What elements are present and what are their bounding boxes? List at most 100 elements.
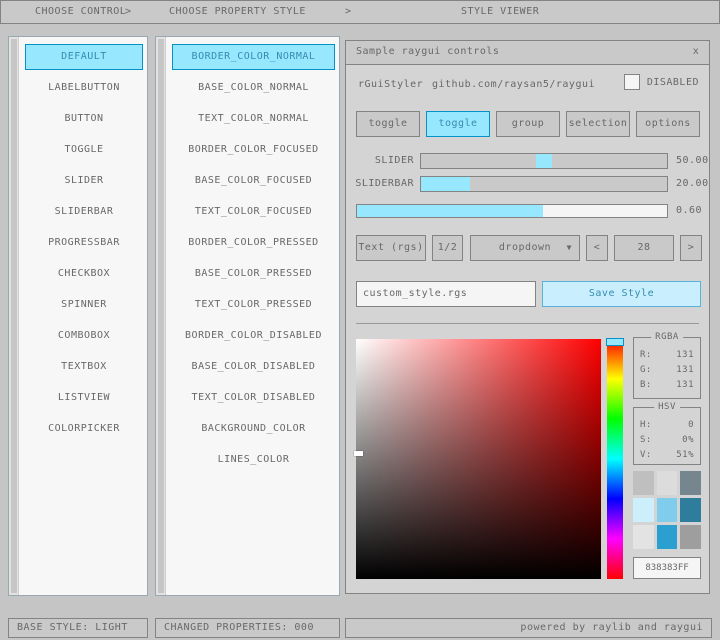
color-swatch[interactable] bbox=[657, 498, 678, 522]
scrollbar-thumb[interactable] bbox=[158, 39, 164, 593]
control-item-button[interactable]: BUTTON bbox=[25, 106, 143, 132]
property-item-text-color-disabled[interactable]: TEXT_COLOR_DISABLED bbox=[172, 385, 335, 411]
filename-input[interactable]: custom_style.rgs bbox=[356, 281, 536, 307]
control-item-spinner[interactable]: SPINNER bbox=[25, 292, 143, 318]
rgba-row-r: R: 131 bbox=[634, 348, 700, 363]
property-item-lines-color[interactable]: LINES_COLOR bbox=[172, 447, 335, 473]
control-item-toggle[interactable]: TOGGLE bbox=[25, 137, 143, 163]
toggle-button-1[interactable]: toggle bbox=[356, 111, 420, 137]
app-name-label: rGuiStyler bbox=[358, 77, 423, 93]
property-item-text-color-normal[interactable]: TEXT_COLOR_NORMAL bbox=[172, 106, 335, 132]
status-base-style: BASE STYLE: LIGHT bbox=[8, 618, 148, 638]
hue-bar[interactable] bbox=[607, 339, 623, 579]
half-button[interactable]: 1/2 bbox=[432, 235, 463, 261]
spinner-value-box[interactable]: 28 bbox=[614, 235, 674, 261]
property-item-border-color-disabled[interactable]: BORDER_COLOR_DISABLED bbox=[172, 323, 335, 349]
rgba-row-b: B: 131 bbox=[634, 378, 700, 393]
repo-link[interactable]: github.com/raysan5/raygui bbox=[432, 77, 595, 93]
control-item-slider[interactable]: SLIDER bbox=[25, 168, 143, 194]
color-swatch[interactable] bbox=[657, 525, 678, 549]
property-item-border-color-pressed[interactable]: BORDER_COLOR_PRESSED bbox=[172, 230, 335, 256]
color-swatch[interactable] bbox=[633, 498, 654, 522]
style-color-swatches bbox=[633, 471, 701, 549]
controls-list-panel: DEFAULT LABELBUTTON BUTTON TOGGLE SLIDER… bbox=[8, 36, 148, 596]
color-picker-marker[interactable] bbox=[354, 451, 363, 456]
v-label: V: bbox=[640, 448, 652, 463]
properties-scrollbar[interactable] bbox=[156, 37, 166, 595]
toggle-button-group[interactable]: group bbox=[496, 111, 560, 137]
color-swatch[interactable] bbox=[680, 498, 701, 522]
color-swatch[interactable] bbox=[680, 525, 701, 549]
slider[interactable] bbox=[420, 153, 668, 169]
control-item-sliderbar[interactable]: SLIDERBAR bbox=[25, 199, 143, 225]
s-label: S: bbox=[640, 433, 652, 448]
property-item-text-color-focused[interactable]: TEXT_COLOR_FOCUSED bbox=[172, 199, 335, 225]
property-item-base-color-normal[interactable]: BASE_COLOR_NORMAL bbox=[172, 75, 335, 101]
control-item-checkbox[interactable]: CHECKBOX bbox=[25, 261, 143, 287]
r-value: 131 bbox=[676, 348, 694, 363]
slider-handle[interactable] bbox=[536, 154, 552, 168]
disabled-checkbox-label: DISABLED bbox=[647, 77, 699, 88]
toggle-button-2-active[interactable]: toggle bbox=[426, 111, 490, 137]
hsv-panel: HSV H: 0 S: 0% V: 51% bbox=[633, 407, 701, 465]
color-swatch[interactable] bbox=[680, 471, 701, 495]
s-value: 0% bbox=[682, 433, 694, 448]
spinner-increment-button[interactable]: > bbox=[680, 235, 702, 261]
color-swatch[interactable] bbox=[633, 471, 654, 495]
slider-label: SLIDER bbox=[346, 153, 414, 169]
toggle-button-options[interactable]: options bbox=[636, 111, 700, 137]
control-item-textbox[interactable]: TEXTBOX bbox=[25, 354, 143, 380]
control-item-labelbutton[interactable]: LABELBUTTON bbox=[25, 75, 143, 101]
rgba-panel: RGBA R: 131 G: 131 B: 131 bbox=[633, 337, 701, 399]
progressbar bbox=[356, 204, 668, 218]
dropdown-value: dropdown bbox=[499, 242, 551, 253]
toggle-button-selection[interactable]: selection bbox=[566, 111, 630, 137]
sliderbar-label: SLIDERBAR bbox=[346, 176, 414, 192]
breadcrumb-choose-property: CHOOSE PROPERTY STYLE bbox=[169, 1, 306, 23]
hsv-row-h: H: 0 bbox=[634, 418, 700, 433]
controls-scrollbar[interactable] bbox=[9, 37, 19, 595]
control-item-listview[interactable]: LISTVIEW bbox=[25, 385, 143, 411]
properties-list-panel: BORDER_COLOR_NORMAL BASE_COLOR_NORMAL TE… bbox=[155, 36, 340, 596]
hsv-title: HSV bbox=[654, 402, 680, 412]
color-saturation-value-picker[interactable] bbox=[356, 339, 601, 579]
sliderbar-fill bbox=[421, 177, 470, 191]
save-style-button[interactable]: Save Style bbox=[542, 281, 701, 307]
status-credits: powered by raylib and raygui bbox=[345, 618, 712, 638]
hue-handle[interactable] bbox=[606, 338, 624, 346]
property-item-background-color[interactable]: BACKGROUND_COLOR bbox=[172, 416, 335, 442]
property-item-base-color-disabled[interactable]: BASE_COLOR_DISABLED bbox=[172, 354, 335, 380]
slider-value: 50.00 bbox=[676, 153, 710, 169]
property-item-border-color-normal[interactable]: BORDER_COLOR_NORMAL bbox=[172, 44, 335, 70]
property-item-text-color-pressed[interactable]: TEXT_COLOR_PRESSED bbox=[172, 292, 335, 318]
property-item-base-color-pressed[interactable]: BASE_COLOR_PRESSED bbox=[172, 261, 335, 287]
control-item-colorpicker[interactable]: COLORPICKER bbox=[25, 416, 143, 442]
color-swatch[interactable] bbox=[657, 471, 678, 495]
property-item-border-color-focused[interactable]: BORDER_COLOR_FOCUSED bbox=[172, 137, 335, 163]
status-changed-properties: CHANGED PROPERTIES: 000 bbox=[155, 618, 340, 638]
property-item-base-color-focused[interactable]: BASE_COLOR_FOCUSED bbox=[172, 168, 335, 194]
control-item-combobox[interactable]: COMBOBOX bbox=[25, 323, 143, 349]
breadcrumb-choose-control: CHOOSE CONTROL bbox=[35, 1, 126, 23]
control-item-progressbar[interactable]: PROGRESSBAR bbox=[25, 230, 143, 256]
window-titlebar[interactable]: Sample raygui controls x bbox=[346, 41, 709, 65]
hex-color-input[interactable]: 838383FF bbox=[633, 557, 701, 579]
dropdown[interactable]: dropdown ▼ bbox=[470, 235, 580, 261]
spinner-decrement-button[interactable]: < bbox=[586, 235, 608, 261]
b-value: 131 bbox=[676, 378, 694, 393]
disabled-checkbox-group: DISABLED bbox=[624, 74, 699, 90]
scrollbar-thumb[interactable] bbox=[11, 39, 17, 593]
h-value: 0 bbox=[688, 418, 694, 433]
control-item-default[interactable]: DEFAULT bbox=[25, 44, 143, 70]
sliderbar[interactable] bbox=[420, 176, 668, 192]
text-rgs-toggle[interactable]: Text (rgs) bbox=[356, 235, 426, 261]
chevron-right-icon: > bbox=[345, 1, 352, 23]
disabled-checkbox[interactable] bbox=[624, 74, 640, 90]
g-value: 131 bbox=[676, 363, 694, 378]
r-label: R: bbox=[640, 348, 652, 363]
h-label: H: bbox=[640, 418, 652, 433]
close-icon[interactable]: x bbox=[687, 41, 705, 63]
rgba-row-g: G: 131 bbox=[634, 363, 700, 378]
window-title: Sample raygui controls bbox=[356, 46, 499, 57]
color-swatch[interactable] bbox=[633, 525, 654, 549]
